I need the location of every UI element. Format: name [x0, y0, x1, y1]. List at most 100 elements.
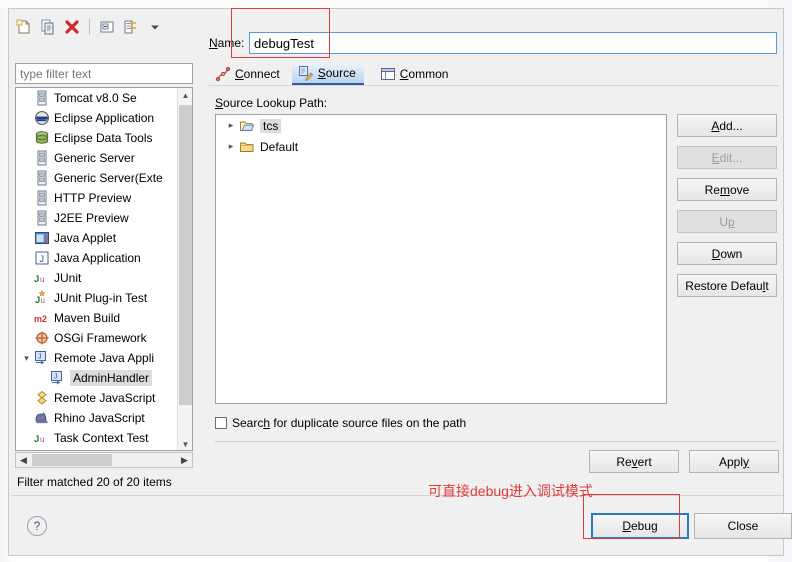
remote-java-icon: J	[33, 350, 51, 366]
duplicate-source-checkbox[interactable]: Search for duplicate source files on the…	[215, 416, 466, 430]
svg-text:u: u	[41, 296, 45, 305]
tree-item[interactable]: ▾ J Remote Java Appli	[16, 348, 179, 368]
button-label: Edit...	[711, 150, 743, 165]
java-application-icon: J	[33, 250, 51, 266]
svg-text:J: J	[44, 235, 48, 244]
rhino-icon	[33, 410, 51, 426]
tree-item-label: OSGi Framework	[54, 331, 147, 345]
tab-label: Common	[399, 67, 449, 81]
dialog-footer: ? Debug Close	[11, 495, 792, 553]
server-icon	[33, 170, 51, 186]
copy-icon[interactable]	[37, 16, 59, 38]
configuration-editor-panel: Name: Connect Source Common Source Lookup …	[201, 11, 781, 491]
question-mark-icon[interactable]: ?	[27, 516, 47, 536]
tree-item[interactable]: Ju Task Context Test	[16, 428, 179, 448]
scrollbar-thumb[interactable]	[179, 105, 192, 405]
restore-default-button[interactable]: Restore Default	[677, 274, 777, 297]
source-path-twisty-icon[interactable]: ▸	[224, 141, 238, 152]
button-label: Revert	[616, 454, 652, 469]
delete-x-icon[interactable]	[61, 16, 83, 38]
tab-source[interactable]: Source	[291, 63, 364, 85]
chevron-down-icon[interactable]	[144, 16, 166, 38]
screenshot-root: Tomcat v8.0 Se Eclipse Application Eclipse…	[0, 0, 792, 562]
junit-icon: Ju	[33, 430, 51, 446]
scroll-down-arrow-icon[interactable]: ▼	[178, 437, 192, 450]
scroll-up-arrow-icon[interactable]: ▲	[178, 88, 192, 103]
tree-item[interactable]: Eclipse Application	[16, 108, 179, 128]
server-icon	[33, 210, 51, 226]
tree-item-label: JUnit Plug-in Test	[54, 291, 148, 305]
tab-common[interactable]: Common	[374, 63, 457, 85]
tree-item[interactable]: m2 Maven Build	[16, 308, 179, 328]
svg-text:u: u	[40, 435, 44, 444]
add-button[interactable]: Add...	[677, 114, 777, 137]
svg-text:J: J	[35, 295, 40, 306]
name-label: Name:	[209, 36, 245, 50]
source-path-buttons[interactable]: Add... Edit... Remove Up Down Restore Default	[677, 114, 777, 306]
tree-item[interactable]: Generic Server(Exte	[16, 168, 179, 188]
tree-item[interactable]: Tomcat v8.0 Se	[16, 88, 179, 108]
configurations-tree-items[interactable]: Tomcat v8.0 Se Eclipse Application Eclipse…	[16, 88, 179, 450]
down-button[interactable]: Down	[677, 242, 777, 265]
tree-item[interactable]: J AdminHandler	[16, 368, 179, 388]
scroll-left-arrow-icon[interactable]: ◀	[16, 453, 31, 467]
checkbox-box[interactable]	[215, 417, 227, 429]
new-page-icon[interactable]	[13, 16, 35, 38]
hscrollbar-thumb[interactable]	[32, 454, 112, 466]
source-path-entry[interactable]: ▸ tcs	[216, 115, 666, 136]
name-input[interactable]	[249, 32, 777, 54]
debug-button[interactable]: Debug	[591, 513, 689, 539]
tree-twisty-icon[interactable]: ▾	[20, 353, 33, 364]
common-icon	[380, 67, 396, 82]
tree-item-label: Maven Build	[54, 311, 121, 325]
tree-item-label: Generic Server(Exte	[54, 171, 163, 185]
tree-item[interactable]: Remote JavaScript	[16, 388, 179, 408]
source-path-entry[interactable]: ▸ Default	[216, 136, 666, 157]
tree-item[interactable]: J Java Applet	[16, 228, 179, 248]
tab-label: Connect	[235, 67, 280, 81]
tree-item[interactable]: Ju JUnit	[16, 268, 179, 288]
tree-item-label: HTTP Preview	[54, 191, 132, 205]
name-row: Name:	[209, 31, 779, 55]
tree-item[interactable]: Generic Server	[16, 148, 179, 168]
close-button[interactable]: Close	[694, 513, 792, 539]
tree-item-label: Rhino JavaScript	[54, 411, 145, 425]
source-tab-panel: Source Lookup Path: ▸ tcs ▸ Default Add... E…	[209, 85, 779, 473]
source-lookup-path-list[interactable]: ▸ tcs ▸ Default	[215, 114, 667, 404]
tree-item-label: AdminHandler	[70, 370, 153, 386]
tree-item[interactable]: J2EE Preview	[16, 208, 179, 228]
remove-button[interactable]: Remove	[677, 178, 777, 201]
folder-open-icon	[238, 118, 256, 134]
filter-input[interactable]	[15, 63, 193, 84]
filter-icon[interactable]	[120, 16, 142, 38]
up-button: Up	[677, 210, 777, 233]
server-icon	[33, 190, 51, 206]
tree-item[interactable]: OSGi Framework	[16, 328, 179, 348]
tree-horizontal-scrollbar[interactable]: ◀ ▶	[15, 452, 193, 468]
apply-button[interactable]: Apply	[689, 450, 779, 473]
revert-button[interactable]: Revert	[589, 450, 679, 473]
source-path-twisty-icon[interactable]: ▸	[224, 120, 238, 131]
collapse-all-icon[interactable]	[96, 16, 118, 38]
separator-line	[215, 441, 777, 442]
filter-status-label: Filter matched 20 of 20 items	[17, 475, 172, 489]
launch-configurations-panel: Tomcat v8.0 Se Eclipse Application Eclipse…	[11, 11, 197, 491]
tree-item[interactable]: Ju JUnit Plug-in Test	[16, 288, 179, 308]
revert-apply-buttons[interactable]: Revert Apply	[589, 450, 779, 473]
configurations-tree[interactable]: Tomcat v8.0 Se Eclipse Application Eclipse…	[15, 87, 193, 451]
scroll-right-arrow-icon[interactable]: ▶	[177, 453, 192, 467]
tree-item[interactable]: Eclipse Data Tools	[16, 128, 179, 148]
button-label: Down	[711, 246, 743, 261]
tab-connect[interactable]: Connect	[209, 63, 288, 85]
configurations-toolbar[interactable]	[13, 15, 193, 39]
tree-item[interactable]: Rhino JavaScript	[16, 408, 179, 428]
tree-item[interactable]: HTTP Preview	[16, 188, 179, 208]
svg-text:J: J	[54, 374, 58, 381]
remote-java-icon: J	[49, 370, 67, 386]
tree-item[interactable]: J Java Application	[16, 248, 179, 268]
configuration-tabs[interactable]: Connect Source Common	[209, 63, 779, 85]
edit-button: Edit...	[677, 146, 777, 169]
tree-vertical-scrollbar[interactable]: ▲ ▼	[177, 88, 192, 450]
tree-item-label: Java Applet	[54, 231, 117, 245]
source-lookup-path-label: Source Lookup Path:	[215, 96, 328, 110]
